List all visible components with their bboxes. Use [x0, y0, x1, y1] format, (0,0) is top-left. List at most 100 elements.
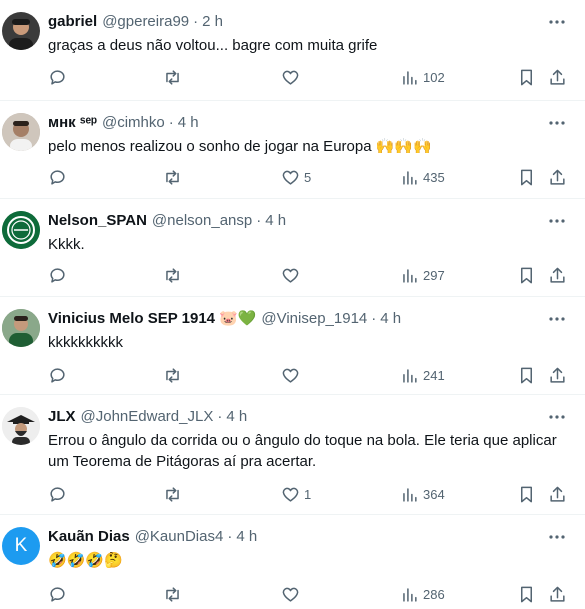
separator-dot: · — [168, 114, 174, 131]
views-button[interactable]: 286 — [400, 583, 445, 605]
action-bar: 102 — [0, 66, 585, 88]
like-button[interactable] — [281, 583, 304, 605]
timestamp[interactable]: 4 h — [380, 309, 401, 329]
views-button[interactable]: 435 — [400, 166, 445, 188]
bookmark-icon — [520, 169, 533, 185]
tweet-header: Nelson_SPAN @nelson_ansp · 4 h — [48, 211, 545, 231]
reply-button[interactable] — [48, 264, 67, 286]
timestamp[interactable]: 4 h — [265, 211, 286, 231]
author-name[interactable]: Kauãn Dias — [48, 527, 130, 547]
tweet[interactable]: K Kauãn Dias @KaunDias4 · 4 h 🤣🤣🤣🤔 286 — [0, 515, 585, 609]
reply-button[interactable] — [48, 583, 67, 605]
views-button[interactable]: 364 — [400, 483, 445, 505]
timestamp[interactable]: 2 h — [202, 12, 223, 32]
author-name[interactable]: JLX — [48, 407, 76, 427]
bookmark-icon — [520, 267, 533, 283]
share-icon — [550, 267, 565, 283]
share-icon — [550, 169, 565, 185]
tweet-text: Errou o ângulo da corrida ou o ângulo do… — [48, 430, 575, 472]
tweet-text-line: um Teorema de Pitágoras aí pra acertar. — [48, 453, 317, 470]
reply-button[interactable] — [48, 66, 67, 88]
bookmark-button[interactable] — [517, 166, 536, 188]
views-button[interactable]: 102 — [400, 66, 445, 88]
author-name[interactable]: Nelson_SPAN — [48, 211, 147, 231]
tweet[interactable]: JLX @JohnEdward_JLX · 4 h Errou o ângulo… — [0, 395, 585, 515]
timestamp[interactable]: 4 h — [178, 113, 199, 133]
views-button[interactable]: 297 — [400, 264, 445, 286]
author-handle[interactable]: @cimhko — [102, 113, 165, 133]
views-icon — [403, 487, 417, 502]
retweet-button[interactable] — [163, 264, 182, 286]
share-icon — [550, 367, 565, 383]
like-button[interactable]: 5 — [281, 166, 311, 188]
view-count: 241 — [423, 367, 445, 383]
author-handle[interactable]: @Vinisep_1914 — [261, 309, 367, 329]
tweet[interactable]: мнк ˢᵉᵖ @cimhko · 4 h pelo menos realizo… — [0, 101, 585, 199]
like-button[interactable] — [281, 66, 304, 88]
avatar[interactable] — [2, 309, 40, 347]
reply-icon — [50, 486, 65, 502]
author-name[interactable]: мнк ˢᵉᵖ — [48, 113, 97, 133]
reply-button[interactable] — [48, 166, 67, 188]
like-button[interactable] — [281, 364, 304, 386]
tweet[interactable]: gabriel @gpereira99 · 2 h graças a deus … — [0, 0, 585, 101]
bookmark-button[interactable] — [517, 364, 536, 386]
bookmark-button[interactable] — [517, 583, 536, 605]
author-handle[interactable]: @JohnEdward_JLX — [81, 407, 214, 427]
reply-button[interactable] — [48, 483, 67, 505]
retweet-button[interactable] — [163, 166, 182, 188]
author-handle[interactable]: @nelson_ansp — [152, 211, 252, 231]
avatar[interactable]: K — [2, 527, 40, 565]
bookmark-button[interactable] — [517, 66, 536, 88]
author-handle[interactable]: @KaunDias4 — [135, 527, 224, 547]
view-count: 297 — [423, 267, 445, 283]
action-bar: 241 — [0, 364, 585, 386]
avatar[interactable] — [2, 12, 40, 50]
timestamp[interactable]: 4 h — [226, 407, 247, 427]
tweet[interactable]: Nelson_SPAN @nelson_ansp · 4 h Kkkk. 297 — [0, 199, 585, 297]
more-icon[interactable] — [547, 12, 567, 32]
avatar[interactable] — [2, 407, 40, 445]
retweet-button[interactable] — [163, 364, 182, 386]
more-icon[interactable] — [547, 113, 567, 133]
author-handle[interactable]: @gpereira99 — [102, 12, 189, 32]
reply-icon — [50, 69, 65, 85]
retweet-button[interactable] — [163, 583, 182, 605]
separator-dot: · — [256, 212, 262, 229]
more-icon[interactable] — [547, 407, 567, 427]
author-name[interactable]: gabriel — [48, 12, 97, 32]
share-button[interactable] — [548, 364, 567, 386]
more-icon[interactable] — [547, 211, 567, 231]
more-icon[interactable] — [547, 309, 567, 329]
share-icon — [550, 586, 565, 602]
reply-icon — [50, 267, 65, 283]
tweet-header: Vinicius Melo SEP 1914 🐷💚 @Vinisep_1914 … — [48, 309, 545, 329]
more-icon[interactable] — [547, 527, 567, 547]
name-emojis: 🐷💚 — [219, 310, 257, 327]
like-button[interactable] — [281, 264, 304, 286]
share-icon — [550, 486, 565, 502]
retweet-button[interactable] — [163, 483, 182, 505]
view-count: 364 — [423, 486, 445, 502]
like-button[interactable]: 1 — [281, 483, 311, 505]
avatar[interactable] — [2, 211, 40, 249]
reply-icon — [50, 586, 65, 602]
bookmark-button[interactable] — [517, 483, 536, 505]
timestamp[interactable]: 4 h — [236, 527, 257, 547]
retweet-button[interactable] — [163, 66, 182, 88]
separator-dot: · — [217, 408, 223, 425]
tweet[interactable]: Vinicius Melo SEP 1914 🐷💚 @Vinisep_1914 … — [0, 297, 585, 395]
views-icon — [403, 587, 417, 602]
bookmark-button[interactable] — [517, 264, 536, 286]
share-button[interactable] — [548, 583, 567, 605]
share-button[interactable] — [548, 166, 567, 188]
author-name[interactable]: Vinicius Melo SEP 1914 — [48, 309, 215, 329]
reply-button[interactable] — [48, 364, 67, 386]
avatar[interactable] — [2, 113, 40, 151]
share-button[interactable] — [548, 66, 567, 88]
share-button[interactable] — [548, 483, 567, 505]
tweet-text: graças a deus não voltou... bagre com mu… — [48, 37, 378, 54]
bookmark-icon — [520, 69, 533, 85]
views-button[interactable]: 241 — [400, 364, 445, 386]
share-button[interactable] — [548, 264, 567, 286]
